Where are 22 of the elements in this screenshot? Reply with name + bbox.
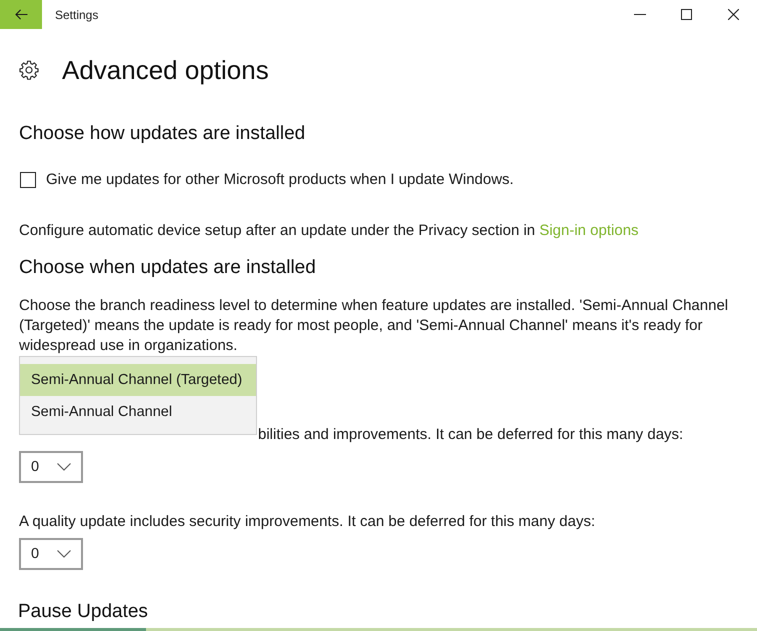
settings-icon [19, 60, 39, 80]
days-dropdown[interactable]: 0 [19, 538, 83, 570]
section-heading: Choose how updates are installed [19, 122, 306, 146]
days-dropdown[interactable]: 0 [19, 451, 83, 483]
minimize-icon [634, 14, 646, 15]
page-title: Advanced options [62, 54, 269, 86]
back-arrow-icon [14, 9, 28, 20]
checkbox[interactable] [20, 172, 36, 188]
section-heading: Pause Updates [18, 601, 149, 623]
note-text: Configure automatic device setup after an update under the Privacy section in Sign-in options [19, 221, 640, 241]
section-heading: Choose when updates are installed [19, 256, 317, 280]
chevron-down-icon [57, 463, 71, 471]
checkbox-label: Give me updates for other Microsoft products when I update Windows. [46, 170, 514, 190]
quality-update-label: A quality update includes security improvements. It can be deferred for this many days: [19, 512, 596, 532]
maximize-icon [681, 9, 692, 20]
feature-update-label: bilities and improvements. It can be deferred for this many days: [258, 425, 684, 445]
menu-option[interactable]: Semi-Annual Channel (Targeted) [20, 364, 256, 396]
chevron-down-icon [57, 550, 71, 558]
description-text: Choose the branch readiness level to determine when feature updates are installed. 'Semi-Annual Channel (Targeted)' means the update is ready for most people, and 'Semi-Annual Channel' means it's ready for widespread use in organizations. [19, 296, 730, 356]
menu-option[interactable]: Semi-Annual Channel [20, 396, 256, 428]
close-icon [728, 9, 739, 20]
window-title: Settings [55, 8, 98, 22]
